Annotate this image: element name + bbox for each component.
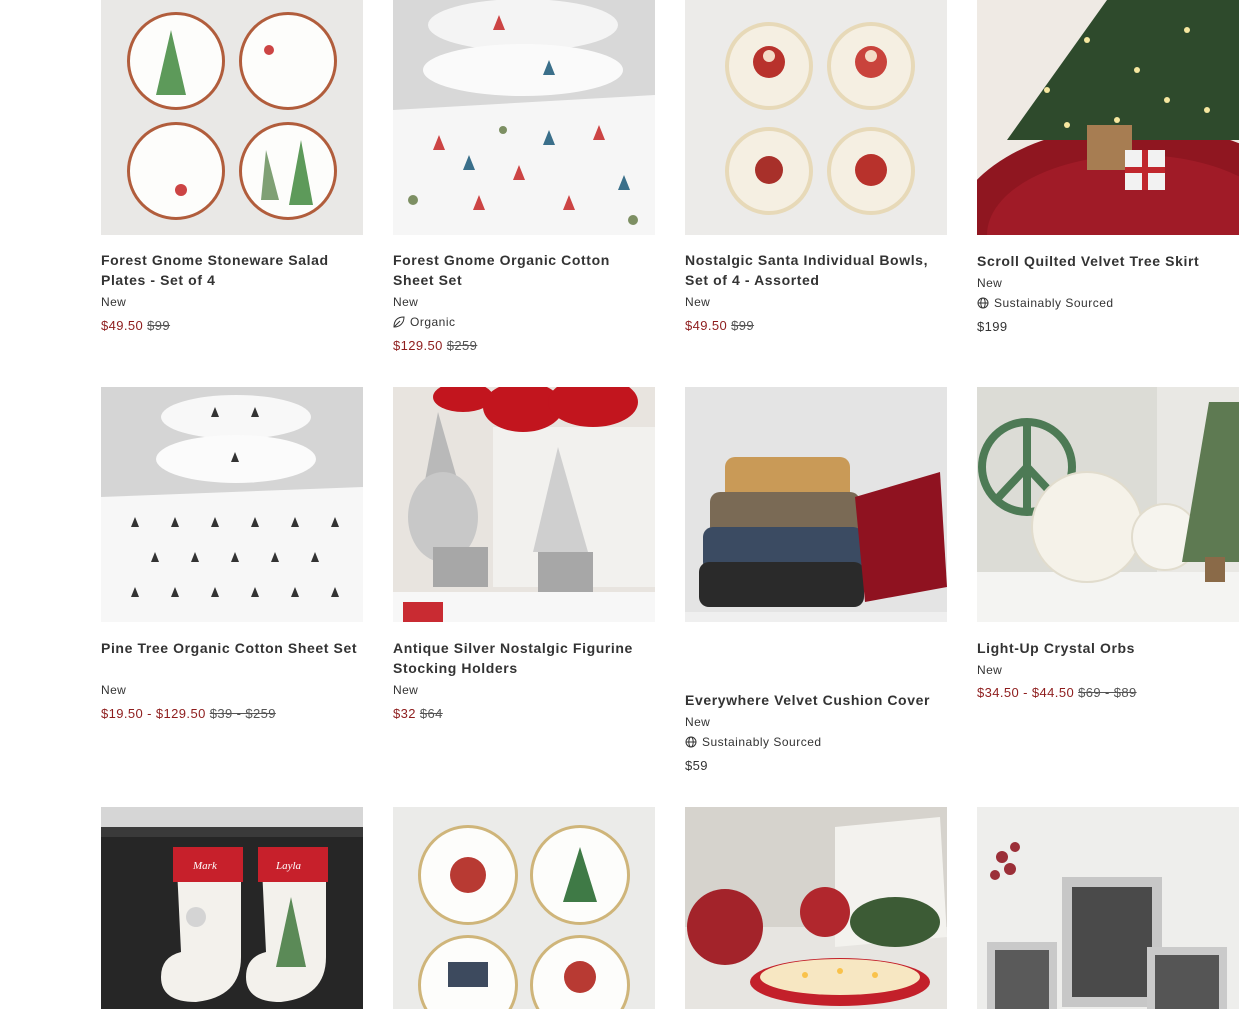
- globe-icon: [685, 736, 697, 748]
- new-badge: New: [685, 715, 711, 729]
- sheet-illustration: [101, 387, 363, 622]
- product-price: $32 $64: [393, 705, 443, 723]
- product-image[interactable]: [685, 387, 947, 622]
- product-price: $59: [685, 757, 708, 775]
- frames-illustration: [977, 807, 1239, 1009]
- cushion-illustration: [685, 387, 947, 622]
- regular-price: $59: [685, 758, 708, 773]
- crystal-orbs-illustration: [977, 387, 1239, 622]
- new-badge: New: [101, 683, 127, 697]
- original-price: $259: [446, 338, 478, 353]
- product-price: $34.50 - $44.50 $69 - $89: [977, 684, 1137, 702]
- product-title[interactable]: Everywhere Velvet Cushion Cover: [685, 690, 947, 710]
- sale-price: $19.50 - $129.50: [101, 706, 206, 721]
- product-image[interactable]: [685, 807, 947, 1009]
- feature-label: Organic: [410, 315, 456, 329]
- product-title[interactable]: Forest Gnome Organic Cotton Sheet Set: [393, 250, 655, 290]
- stocking-holder-illustration: [393, 387, 655, 622]
- product-price: $199: [977, 318, 1008, 336]
- new-badge: New: [977, 663, 1003, 677]
- sale-price: $129.50: [393, 338, 443, 353]
- product-image[interactable]: [977, 387, 1239, 622]
- original-price: $99: [731, 318, 755, 333]
- original-price: $69 - $89: [1078, 685, 1137, 700]
- new-badge: New: [393, 683, 419, 697]
- feature-label: Sustainably Sourced: [994, 296, 1114, 310]
- sustainable-feature: Sustainably Sourced: [685, 734, 822, 750]
- new-badge: New: [685, 295, 711, 309]
- sustainable-feature: Sustainably Sourced: [977, 295, 1114, 311]
- sale-price: $32: [393, 706, 416, 721]
- product-title[interactable]: Forest Gnome Stoneware Salad Plates - Se…: [101, 250, 363, 290]
- original-price: $64: [419, 706, 443, 721]
- new-badge: New: [977, 276, 1003, 290]
- product-title[interactable]: Nostalgic Santa Individual Bowls, Set of…: [685, 250, 947, 290]
- product-title[interactable]: Pine Tree Organic Cotton Sheet Set: [101, 638, 363, 658]
- sale-price: $49.50: [101, 318, 144, 333]
- stocking-name: Layla: [275, 860, 302, 872]
- original-price: $99: [147, 318, 171, 333]
- sheet-illustration: [393, 0, 655, 235]
- sale-price: $49.50: [685, 318, 728, 333]
- globe-icon: [977, 297, 989, 309]
- product-title[interactable]: Scroll Quilted Velvet Tree Skirt: [977, 251, 1239, 271]
- product-image[interactable]: [685, 0, 947, 235]
- product-image[interactable]: [101, 387, 363, 622]
- product-image[interactable]: [393, 0, 655, 235]
- product-title[interactable]: Light-Up Crystal Orbs: [977, 638, 1239, 658]
- product-price: $49.50 $99: [101, 317, 170, 335]
- new-badge: New: [101, 295, 127, 309]
- santa-illustration: [753, 46, 887, 186]
- stocking-illustration: Mark Layla: [101, 807, 363, 1009]
- product-image[interactable]: Mark Layla: [101, 807, 363, 1009]
- new-badge: New: [393, 295, 419, 309]
- leaf-icon: [393, 316, 405, 328]
- sale-price: $34.50 - $44.50: [977, 685, 1075, 700]
- organic-feature: Organic: [393, 314, 456, 330]
- candle-illustration: [685, 807, 947, 1009]
- gnome-illustration: [156, 30, 313, 205]
- product-price: $129.50 $259: [393, 337, 477, 355]
- santa-illustration: [448, 847, 597, 993]
- product-price: $49.50 $99: [685, 317, 754, 335]
- original-price: $39 - $259: [209, 706, 276, 721]
- product-image[interactable]: [977, 0, 1239, 235]
- product-image[interactable]: [977, 807, 1239, 1009]
- product-image[interactable]: [101, 0, 363, 235]
- product-price: $19.50 - $129.50 $39 - $259: [101, 705, 276, 723]
- tree-skirt-illustration: [977, 0, 1239, 235]
- regular-price: $199: [977, 319, 1008, 334]
- stocking-name: Mark: [192, 860, 218, 872]
- product-title[interactable]: Antique Silver Nostalgic Figurine Stocki…: [393, 638, 655, 678]
- feature-label: Sustainably Sourced: [702, 735, 822, 749]
- product-image[interactable]: [393, 807, 655, 1009]
- product-image[interactable]: [393, 387, 655, 622]
